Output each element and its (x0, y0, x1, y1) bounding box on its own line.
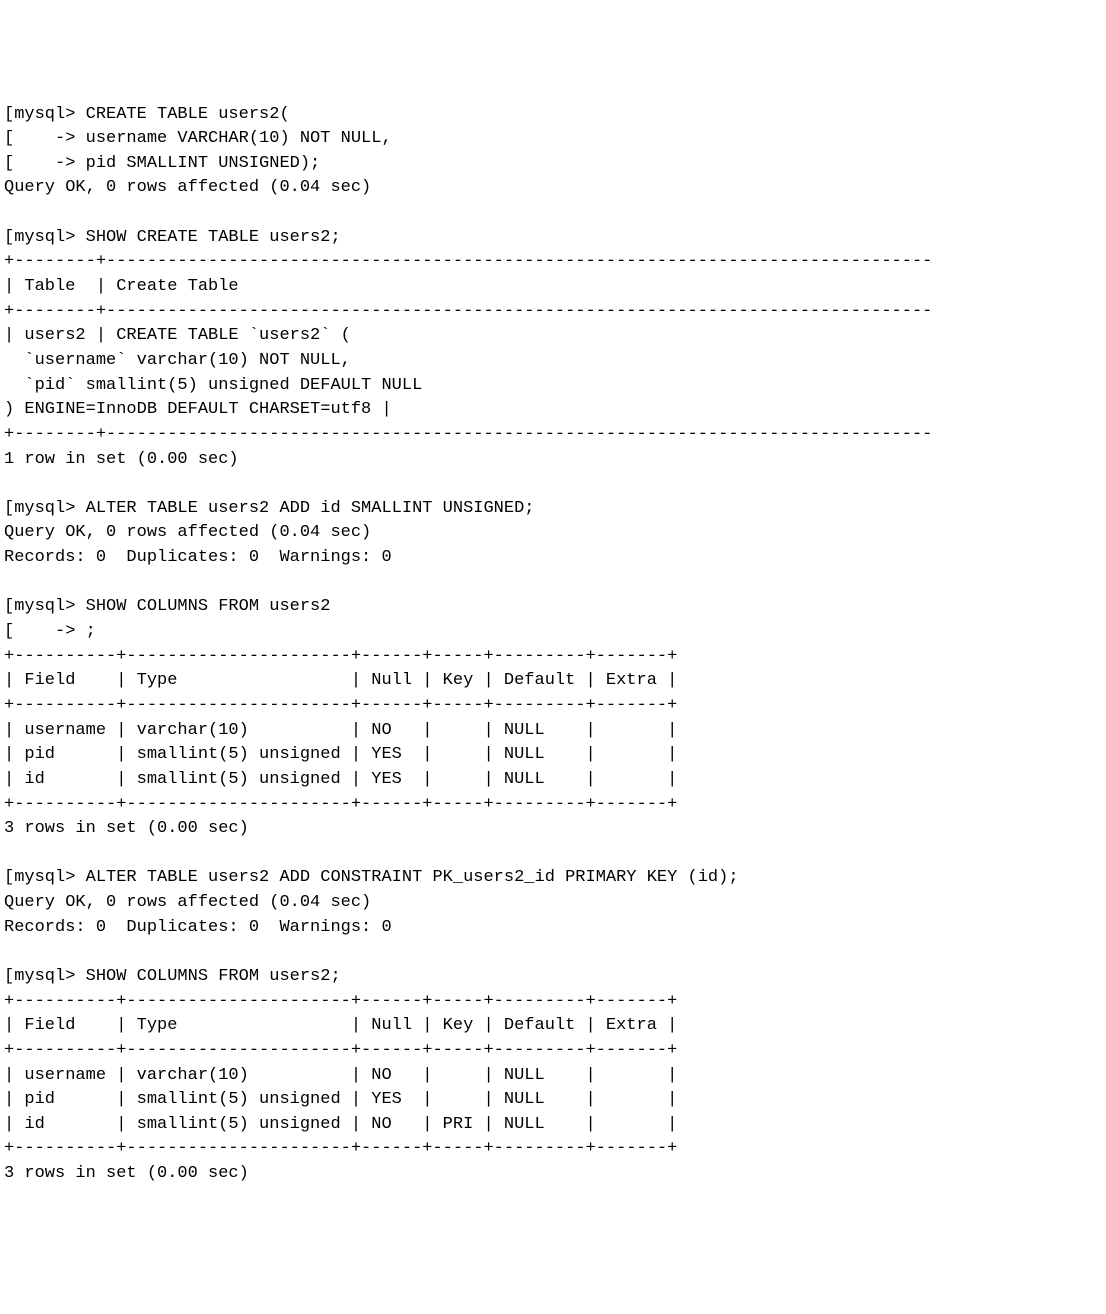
table-header-line: | Table | Create Table (4, 275, 1102, 300)
blank-line (4, 472, 1102, 497)
table-row-line: | username | varchar(10) | NO | | NULL |… (4, 1064, 1102, 1089)
rows-in-set-line: 1 row in set (0.00 sec) (4, 448, 1102, 473)
rows-in-set-line: 3 rows in set (0.00 sec) (4, 817, 1102, 842)
table-border-line: +--------+------------------------------… (4, 423, 1102, 448)
mysql-prompt-line: [mysql> SHOW CREATE TABLE users2; (4, 226, 1102, 251)
table-header-line: | Field | Type | Null | Key | Default | … (4, 1014, 1102, 1039)
table-row-line: | username | varchar(10) | NO | | NULL |… (4, 719, 1102, 744)
table-border-line: +----------+----------------------+-----… (4, 694, 1102, 719)
table-border-line: +----------+----------------------+-----… (4, 990, 1102, 1015)
terminal-output-line: `username` varchar(10) NOT NULL, (4, 349, 1102, 374)
records-summary-line: Records: 0 Duplicates: 0 Warnings: 0 (4, 546, 1102, 571)
rows-in-set-line: 3 rows in set (0.00 sec) (4, 1162, 1102, 1187)
blank-line (4, 201, 1102, 226)
table-border-line: +--------+------------------------------… (4, 300, 1102, 325)
mysql-prompt-line: [mysql> CREATE TABLE users2( (4, 103, 1102, 128)
mysql-terminal[interactable]: [mysql> CREATE TABLE users2([ -> usernam… (4, 103, 1102, 1187)
table-border-line: +--------+------------------------------… (4, 250, 1102, 275)
mysql-prompt-line: [mysql> SHOW COLUMNS FROM users2; (4, 965, 1102, 990)
mysql-continuation-line: [ -> pid SMALLINT UNSIGNED); (4, 152, 1102, 177)
table-row-line: | pid | smallint(5) unsigned | YES | | N… (4, 1088, 1102, 1113)
blank-line (4, 842, 1102, 867)
table-border-line: +----------+----------------------+-----… (4, 1039, 1102, 1064)
mysql-prompt-line: [mysql> SHOW COLUMNS FROM users2 (4, 595, 1102, 620)
query-ok-line: Query OK, 0 rows affected (0.04 sec) (4, 176, 1102, 201)
table-border-line: +----------+----------------------+-----… (4, 645, 1102, 670)
mysql-continuation-line: [ -> username VARCHAR(10) NOT NULL, (4, 127, 1102, 152)
table-border-line: +----------+----------------------+-----… (4, 1137, 1102, 1162)
table-border-line: +----------+----------------------+-----… (4, 793, 1102, 818)
mysql-prompt-line: [mysql> ALTER TABLE users2 ADD CONSTRAIN… (4, 866, 1102, 891)
table-row-line: | id | smallint(5) unsigned | NO | PRI |… (4, 1113, 1102, 1138)
table-header-line: | Field | Type | Null | Key | Default | … (4, 669, 1102, 694)
table-row-line: | pid | smallint(5) unsigned | YES | | N… (4, 743, 1102, 768)
mysql-continuation-line: [ -> ; (4, 620, 1102, 645)
query-ok-line: Query OK, 0 rows affected (0.04 sec) (4, 891, 1102, 916)
table-row-line: | users2 | CREATE TABLE `users2` ( (4, 324, 1102, 349)
table-row-line: | id | smallint(5) unsigned | YES | | NU… (4, 768, 1102, 793)
query-ok-line: Query OK, 0 rows affected (0.04 sec) (4, 521, 1102, 546)
blank-line (4, 571, 1102, 596)
terminal-output-line: `pid` smallint(5) unsigned DEFAULT NULL (4, 374, 1102, 399)
blank-line (4, 940, 1102, 965)
terminal-output-line: ) ENGINE=InnoDB DEFAULT CHARSET=utf8 | (4, 398, 1102, 423)
records-summary-line: Records: 0 Duplicates: 0 Warnings: 0 (4, 916, 1102, 941)
mysql-prompt-line: [mysql> ALTER TABLE users2 ADD id SMALLI… (4, 497, 1102, 522)
